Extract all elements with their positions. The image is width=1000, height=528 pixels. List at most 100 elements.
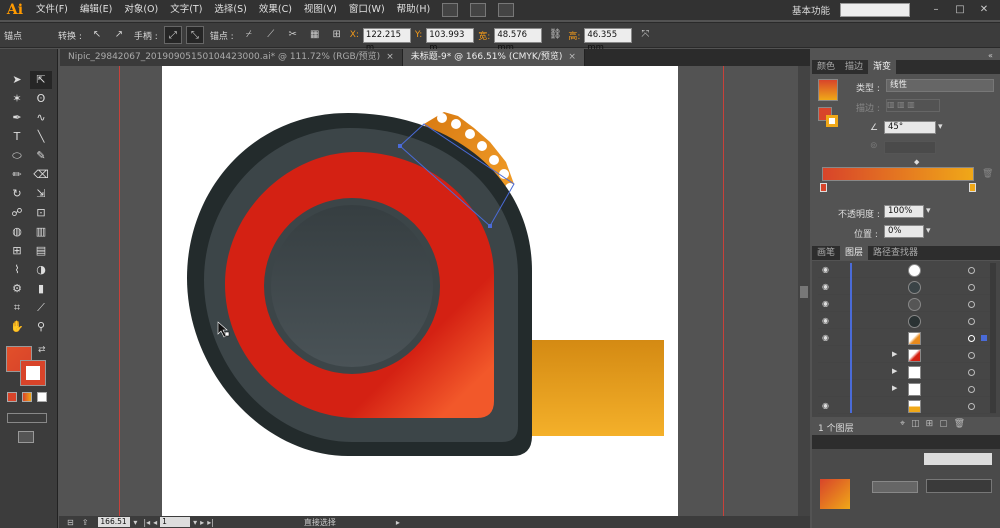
height-field[interactable]: 46.355 mm — [584, 27, 633, 53]
opacity-field[interactable]: 100% — [884, 205, 924, 218]
scale-tool-icon[interactable]: ⇲ — [30, 185, 52, 203]
zoom-dropdown-icon[interactable]: ▾ — [133, 518, 137, 527]
type-tool-icon[interactable]: T — [6, 128, 28, 146]
delete-layer-icon[interactable]: 🗑 — [954, 419, 971, 429]
target-icon[interactable] — [968, 267, 975, 274]
artboard[interactable] — [162, 66, 678, 516]
gradient-type-select[interactable]: 线性 — [886, 79, 994, 92]
paintbrush-tool-icon[interactable]: ✎ — [30, 147, 52, 165]
bridge-icon[interactable] — [442, 3, 459, 17]
maximize-icon[interactable]: □ — [952, 2, 968, 18]
visibility-eye-icon[interactable]: ◉ — [822, 316, 832, 326]
status-menu-icon[interactable]: ▸ — [396, 518, 400, 527]
slice-tool-icon[interactable]: ⟋ — [30, 299, 52, 317]
hand-tool-icon[interactable]: ✋ — [6, 318, 28, 336]
next-artboard-icon[interactable]: ▸ — [200, 518, 204, 527]
vertical-scrollbar[interactable] — [798, 66, 810, 516]
position-dropdown-icon[interactable]: ▾ — [926, 226, 931, 236]
new-sublayer-icon[interactable]: ⊞ — [926, 419, 940, 429]
canvas-area[interactable] — [59, 66, 810, 516]
warp-tool-icon[interactable]: ☍ — [6, 204, 28, 222]
midpoint-marker-icon[interactable]: ◆ — [914, 158, 919, 166]
hide-handles-icon[interactable]: ⤡ — [185, 26, 204, 44]
visibility-eye-icon[interactable]: ◉ — [822, 282, 832, 292]
visibility-eye-icon[interactable]: ◉ — [822, 333, 832, 343]
tab-gradient[interactable]: 渐变 — [868, 60, 897, 74]
graph-tool-icon[interactable]: ▮ — [30, 280, 52, 298]
expand-icon[interactable]: ▶ — [892, 350, 897, 358]
gradient-preview-swatch[interactable] — [818, 79, 838, 101]
menu-select[interactable]: 选择(S) — [208, 0, 252, 20]
convert-corner-icon[interactable]: ↖ — [88, 26, 106, 44]
layer-row[interactable]: ▶ — [818, 348, 996, 363]
tab-layers[interactable]: 图层 — [840, 246, 869, 260]
lasso-tool-icon[interactable]: ʘ — [30, 90, 52, 108]
align-icon[interactable]: ⊞ — [328, 26, 346, 44]
library-action-button[interactable] — [926, 479, 992, 493]
delete-stop-icon[interactable]: 🗑 — [982, 169, 993, 179]
target-icon[interactable] — [968, 386, 975, 393]
target-icon[interactable] — [968, 352, 975, 359]
menu-edit[interactable]: 编辑(E) — [74, 0, 118, 20]
target-icon[interactable] — [968, 335, 975, 342]
target-icon[interactable] — [968, 403, 975, 410]
layer-row[interactable]: ◉ — [818, 263, 996, 278]
layer-row[interactable]: ▶ — [818, 365, 996, 380]
tape-measure-artwork[interactable] — [162, 66, 678, 516]
position-field[interactable]: 0% — [884, 225, 924, 238]
gradient-stop-right[interactable] — [969, 183, 976, 192]
target-icon[interactable] — [968, 284, 975, 291]
panel-collapse-icon[interactable]: « — [988, 51, 993, 60]
isolate-icon[interactable]: ▦ — [306, 26, 324, 44]
pen-tool-icon[interactable]: ✒ — [6, 109, 28, 127]
menu-help[interactable]: 帮助(H) — [391, 0, 437, 20]
visibility-eye-icon[interactable]: ◉ — [822, 401, 832, 411]
artboard-tool-icon[interactable]: ⌗ — [6, 299, 28, 317]
line-tool-icon[interactable]: ╲ — [30, 128, 52, 146]
export-icon[interactable]: ⇪ — [82, 518, 89, 527]
workspace-switcher[interactable]: 基本功能 — [792, 3, 830, 17]
gradient-slider-bar[interactable] — [822, 167, 974, 181]
show-handles-icon[interactable]: ⤢ — [163, 26, 182, 44]
opacity-dropdown-icon[interactable]: ▾ — [926, 206, 931, 216]
menu-view[interactable]: 视图(V) — [298, 0, 343, 20]
menu-type[interactable]: 文字(T) — [164, 0, 208, 20]
ellipse-tool-icon[interactable]: ⬭ — [6, 147, 28, 165]
swap-fill-stroke-icon[interactable]: ⇄ — [38, 345, 46, 355]
free-transform-tool-icon[interactable]: ⊡ — [30, 204, 52, 222]
artboard-number-field[interactable]: 1 — [160, 517, 191, 527]
minimize-icon[interactable]: – — [928, 2, 944, 18]
last-artboard-icon[interactable]: ▸| — [207, 518, 214, 527]
symbol-sprayer-tool-icon[interactable]: ⚙ — [6, 280, 28, 298]
expand-icon[interactable]: ▶ — [892, 384, 897, 392]
tab-nipic-document[interactable]: Nipic_29842067_20190905150104423000.ai* … — [60, 49, 403, 66]
tab-pathfinder[interactable]: 路径查找器 — [868, 246, 923, 260]
tab-untitled-9[interactable]: 未标题-9* @ 166.51% (CMYK/预览) × — [402, 49, 585, 66]
layer-row[interactable]: ▶ — [818, 382, 996, 397]
stroke-swatch[interactable] — [20, 360, 46, 386]
locate-object-icon[interactable]: ⌖ — [900, 419, 911, 429]
mesh-tool-icon[interactable]: ⊞ — [6, 242, 28, 260]
menu-effect[interactable]: 效果(C) — [253, 0, 298, 20]
close-tab-icon[interactable]: × — [568, 52, 576, 62]
blend-tool-icon[interactable]: ◑ — [30, 261, 52, 279]
gradient-stop-left[interactable] — [820, 183, 827, 192]
curvature-tool-icon[interactable]: ∿ — [30, 109, 52, 127]
transform-icon[interactable]: ⤧ — [636, 26, 654, 44]
perspective-grid-tool-icon[interactable]: ▥ — [30, 223, 52, 241]
angle-dropdown-icon[interactable]: ▾ — [938, 122, 943, 132]
visibility-eye-icon[interactable]: ◉ — [822, 265, 832, 275]
stroke-gradient-options-icon[interactable]: ▥ ▥ ▥ — [886, 99, 940, 112]
tab-color[interactable]: 颜色 — [812, 60, 840, 74]
angle-field[interactable]: 45° — [884, 121, 936, 134]
direct-selection-tool-icon[interactable]: ⇱ — [30, 71, 52, 89]
menu-object[interactable]: 对象(O) — [118, 0, 164, 20]
artboard-nav-icon[interactable]: ⊟ — [67, 518, 74, 527]
rotate-tool-icon[interactable]: ↻ — [6, 185, 28, 203]
eraser-tool-icon[interactable]: ⌫ — [30, 166, 52, 184]
width-field[interactable]: 48.576 mm — [494, 27, 543, 53]
tab-stroke[interactable]: 描边 — [840, 60, 868, 74]
x-field[interactable]: 122.215 m — [362, 27, 411, 53]
tab-brushes[interactable]: 画笔 — [812, 246, 840, 260]
link-proportions-icon[interactable]: ⛓ — [546, 26, 564, 44]
